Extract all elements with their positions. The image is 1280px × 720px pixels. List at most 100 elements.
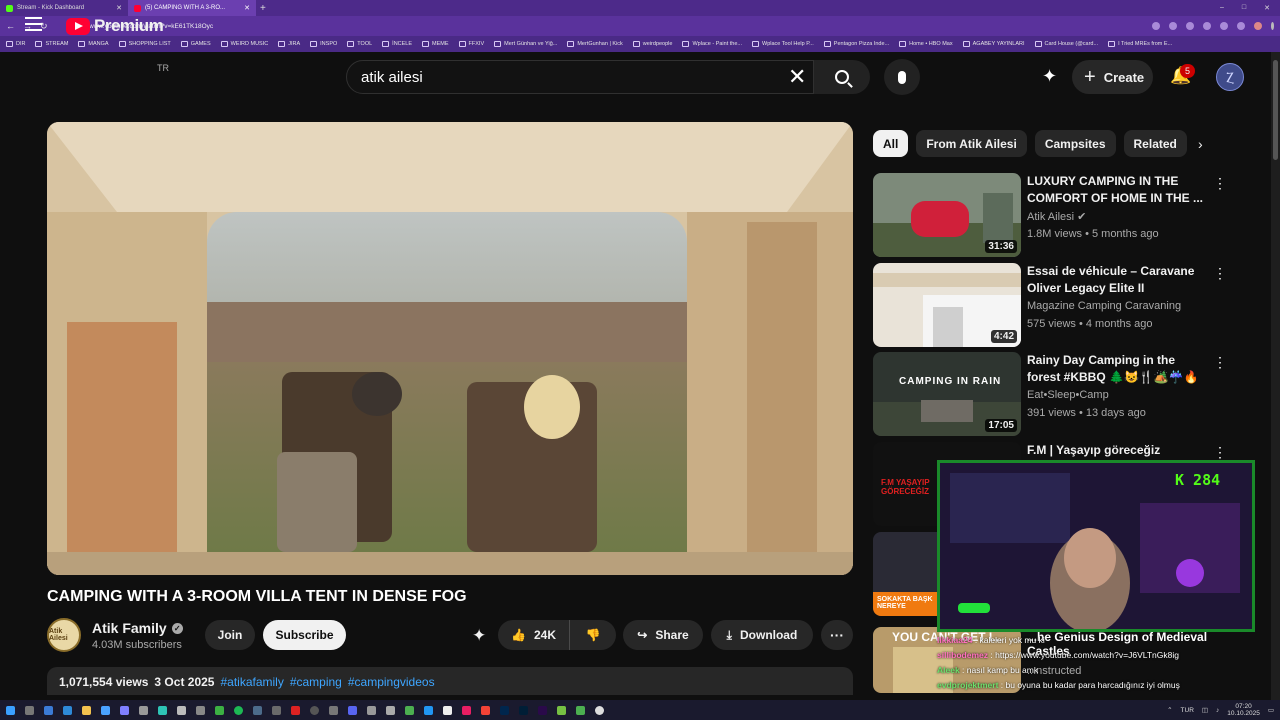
chip-from-channel[interactable]: From Atik Ailesi [916,130,1027,157]
create-button[interactable]: + Create [1072,60,1153,94]
taskbar-app-icon[interactable] [120,705,129,715]
video-player[interactable] [47,122,853,575]
edge-browser-icon[interactable] [158,705,167,715]
recommendation-title[interactable]: Rainy Day Camping in the forest #KBBQ 🌲😺… [1027,352,1207,386]
taskbar-app-icon[interactable] [557,705,566,715]
tab-kick-dashboard[interactable]: Stream - Kick Dashboard ✕ [0,0,128,16]
profile-avatar-icon[interactable] [1254,22,1262,30]
taskbar-app-icon[interactable] [25,705,34,715]
recommendation-title[interactable]: F.M | Yaşayıp göreceğiz [1027,442,1207,459]
adobe-photoshop-icon[interactable] [519,705,528,715]
hamburger-menu-icon[interactable] [25,17,42,31]
menu-icon[interactable] [1271,22,1274,30]
clear-search-icon[interactable]: ✕ [788,64,806,90]
subscribe-button[interactable]: Subscribe [263,620,346,650]
bookmark-item[interactable]: İNCELE [382,41,412,47]
taskbar-app-icon[interactable] [367,705,376,715]
spotify-icon[interactable] [234,705,243,715]
bookmark-item[interactable]: MertGunhan | Kick [567,41,623,47]
taskbar-app-icon[interactable] [462,705,471,715]
search-input[interactable]: atik ailesi [346,60,814,94]
bookmark-item[interactable]: MANGA [78,41,109,47]
account-avatar[interactable]: Ⲍ [1216,63,1244,91]
recommendation-item[interactable]: CAMPING IN RAIN 17:05 Rainy Day Camping … [873,352,1233,436]
youtube-premium-logo[interactable]: Premium [66,16,164,36]
channel-name[interactable]: Atik Family ✓ [92,620,183,636]
taskbar-app-icon[interactable] [272,705,281,715]
bookmark-item[interactable]: I Tried MREs from E... [1108,41,1172,47]
bookmark-item[interactable]: MEME [422,41,449,47]
language-indicator[interactable]: TUR [1181,707,1194,714]
extension-icon[interactable] [1220,22,1228,30]
extension-icon[interactable] [1186,22,1194,30]
recommendation-title[interactable]: Essai de véhicule – Caravane Oliver Lega… [1027,263,1207,297]
more-options-icon[interactable]: ⋮ [1213,354,1227,371]
tray-chevron-icon[interactable]: ⌃ [1167,706,1172,714]
taskbar-app-icon[interactable] [348,705,357,715]
recommendation-channel[interactable]: Atik Ailesi ✔ [1027,210,1086,223]
bookmark-item[interactable]: WEIRD MUSIC [220,41,268,47]
bookmark-item[interactable]: SHOPPING LIST [118,41,171,47]
channel-avatar[interactable]: Atik Ailesi [47,618,81,652]
minimize-button[interactable]: – [1220,4,1224,12]
taskbar-app-icon[interactable] [177,705,186,715]
taskbar-app-icon[interactable] [291,705,300,715]
bookmark-item[interactable]: weirdpeople [632,41,672,47]
taskbar-app-icon[interactable] [481,705,490,715]
ai-sparkle-icon[interactable]: ✦ [1042,66,1057,87]
join-button[interactable]: Join [205,620,255,650]
more-options-icon[interactable]: ⋮ [1213,175,1227,192]
bookmark-item[interactable]: Pentagon Pizza Inde... [823,41,889,47]
taskbar-app-icon[interactable] [595,705,604,715]
extension-icon[interactable] [1152,22,1160,30]
close-tab-icon[interactable]: ✕ [244,4,250,12]
more-options-icon[interactable]: ⋮ [1213,444,1227,461]
taskbar-app-icon[interactable] [386,705,395,715]
more-options-icon[interactable]: ⋮ [1213,265,1227,282]
bookmark-item[interactable]: GAMES [180,41,211,47]
bookmark-item[interactable]: INSPO [310,41,337,47]
bookmark-item[interactable]: Home • HBO Max [899,41,953,47]
close-tab-icon[interactable]: ✕ [116,4,122,12]
bookmark-item[interactable]: Wplace Tool Help P... [752,41,814,47]
network-icon[interactable]: ◫ [1202,706,1208,714]
bookmark-item[interactable]: TOOL [347,41,372,47]
share-button[interactable]: ↪ Share [623,620,703,650]
system-clock[interactable]: 07:20 10.10.2025 [1227,703,1260,717]
volume-icon[interactable]: ♪ [1216,707,1219,714]
taskbar-app-icon[interactable] [443,705,452,715]
download-button[interactable]: ⤓ Download [711,620,813,650]
taskbar-app-icon[interactable] [139,705,148,715]
ask-ai-icon[interactable]: ✦ [472,626,486,646]
obs-icon[interactable] [310,705,319,715]
like-button[interactable]: 👍 24K [498,620,570,650]
taskbar-app-icon[interactable] [405,705,414,715]
windows-start-icon[interactable] [6,705,15,715]
hashtag[interactable]: #camping [290,675,342,689]
chip-campsites[interactable]: Campsites [1034,130,1116,157]
bookmark-item[interactable]: DIR [6,41,25,47]
dislike-button[interactable]: 👎 [570,628,616,642]
recommendation-title[interactable]: LUXURY CAMPING IN THE COMFORT OF HOME IN… [1027,173,1207,207]
taskbar-app-icon[interactable] [576,705,585,715]
voice-search-button[interactable] [884,59,920,95]
taskbar-app-icon[interactable] [424,705,433,715]
maximize-button[interactable]: □ [1242,4,1246,12]
extension-icon[interactable] [1169,22,1177,30]
adobe-audition-icon[interactable] [500,705,509,715]
video-thumbnail[interactable]: CAMPING IN RAIN 17:05 [873,352,1021,436]
taskbar-app-icon[interactable] [44,705,53,715]
scrollbar-thumb[interactable] [1273,60,1278,160]
bookmark-item[interactable]: Wplace - Paint the... [682,41,742,47]
chip-related[interactable]: Related [1123,130,1187,157]
taskbar-app-icon[interactable] [63,705,72,715]
chip-all[interactable]: All [873,130,909,157]
taskbar-app-icon[interactable] [329,705,338,715]
recommendation-item[interactable]: 31:36 LUXURY CAMPING IN THE COMFORT OF H… [873,173,1233,257]
recommendation-item[interactable]: 4:42 Essai de véhicule – Caravane Oliver… [873,263,1233,347]
steam-icon[interactable] [253,705,262,715]
taskbar-app-icon[interactable] [101,705,110,715]
new-tab-button[interactable]: + [260,3,266,14]
bookmark-item[interactable]: AGABEY YAYINLARI [962,41,1025,47]
close-window-button[interactable]: ✕ [1264,4,1270,12]
